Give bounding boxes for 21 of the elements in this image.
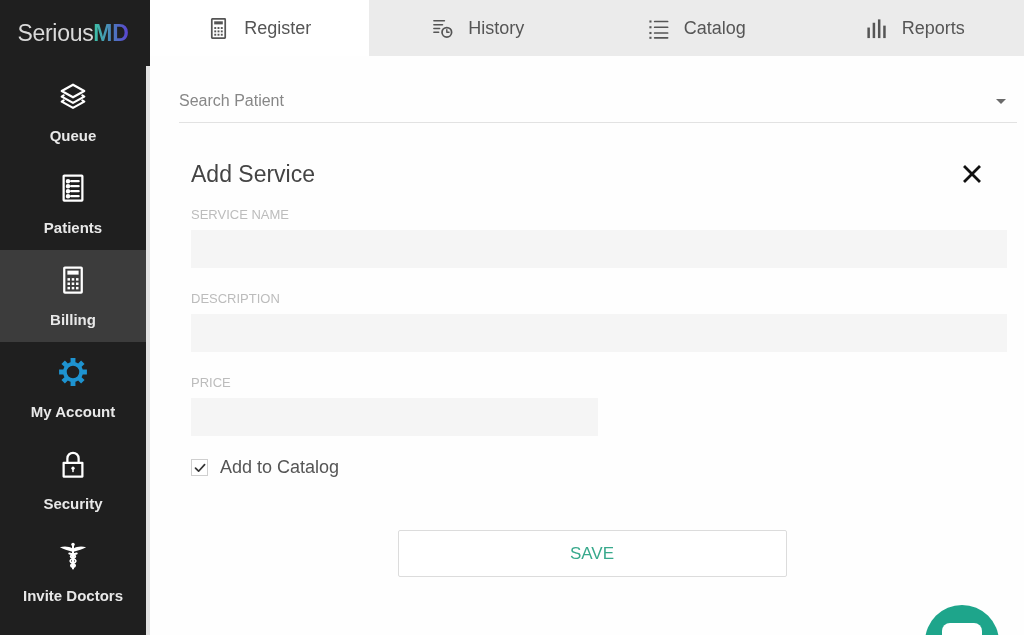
patient-search-field[interactable]: Search Patient — [179, 80, 1017, 123]
nav-item[interactable]: Invite Doctors — [0, 526, 146, 618]
close-button[interactable] — [962, 164, 982, 184]
field-label: DESCRIPTION — [191, 291, 280, 307]
field-label: SERVICE NAME — [191, 207, 289, 223]
field-label: PRICE — [191, 375, 231, 391]
check-icon — [193, 461, 206, 474]
nav-item[interactable]: Security — [0, 434, 146, 526]
chat-bubble-icon — [942, 623, 982, 635]
form-title: Add Service — [191, 160, 315, 188]
close-icon — [962, 164, 982, 184]
nav-item[interactable]: Patients — [0, 158, 146, 250]
tab[interactable]: Register — [150, 0, 369, 56]
checkbox[interactable] — [191, 459, 208, 476]
nav-item[interactable]: Billing — [0, 250, 146, 342]
logo: SeriousMD — [16, 18, 130, 49]
nav-item[interactable]: Queue — [0, 66, 146, 158]
nav-item[interactable]: My Account — [0, 342, 146, 434]
checkbox-label: Add to Catalog — [220, 457, 340, 478]
caret-icon[interactable] — [996, 99, 1006, 104]
bar-chart-icon — [864, 16, 888, 40]
